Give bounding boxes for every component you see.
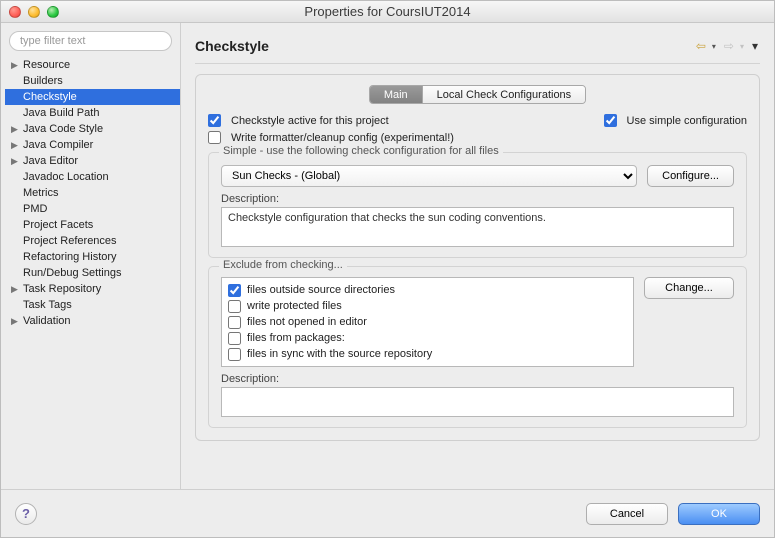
help-button[interactable]: ? xyxy=(15,503,37,525)
sidebar-item-label: Resource xyxy=(21,59,70,71)
category-tree: ▶Resource▶Builders▶Checkstyle▶Java Build… xyxy=(1,57,180,489)
cancel-button[interactable]: Cancel xyxy=(586,503,668,525)
active-checkbox-row[interactable]: Checkstyle active for this project xyxy=(208,114,389,127)
active-label: Checkstyle active for this project xyxy=(231,115,389,127)
description-text: Checkstyle configuration that checks the… xyxy=(221,207,734,247)
description2-text xyxy=(221,387,734,417)
formatter-checkbox[interactable] xyxy=(208,131,221,144)
sidebar-item[interactable]: ▶Task Repository xyxy=(5,281,180,297)
exclude-checkbox[interactable] xyxy=(228,284,241,297)
sidebar-item[interactable]: ▶Refactoring History xyxy=(5,249,180,265)
exclude-item[interactable]: files outside source directories xyxy=(228,282,627,298)
sidebar-item-label: Java Compiler xyxy=(21,139,93,151)
sidebar-item[interactable]: ▶Task Tags xyxy=(5,297,180,313)
exclude-label: files from packages: xyxy=(247,332,345,344)
sidebar-item-label: PMD xyxy=(21,203,47,215)
page-nav: ⇦▾ ⇨▾ ▾ xyxy=(694,39,760,53)
sidebar-item-label: Java Editor xyxy=(21,155,78,167)
description-label: Description: xyxy=(221,193,734,205)
exclude-legend: Exclude from checking... xyxy=(219,259,347,271)
disclosure-triangle-icon[interactable]: ▶ xyxy=(11,140,21,151)
sidebar-item[interactable]: ▶Java Compiler xyxy=(5,137,180,153)
exclude-checkbox[interactable] xyxy=(228,300,241,313)
sidebar-item[interactable]: ▶Metrics xyxy=(5,185,180,201)
disclosure-triangle-icon[interactable]: ▶ xyxy=(11,316,21,327)
sidebar-item[interactable]: ▶Builders xyxy=(5,73,180,89)
sidebar-item-label: Project References xyxy=(21,235,117,247)
description2-label: Description: xyxy=(221,373,734,385)
sidebar-item[interactable]: ▶Project References xyxy=(5,233,180,249)
exclude-label: files outside source directories xyxy=(247,284,395,296)
exclude-label: files not opened in editor xyxy=(247,316,367,328)
formatter-label: Write formatter/cleanup config (experime… xyxy=(231,132,454,144)
disclosure-triangle-icon[interactable]: ▶ xyxy=(11,124,21,135)
sidebar-item-label: Java Build Path xyxy=(21,107,99,119)
sidebar-item[interactable]: ▶PMD xyxy=(5,201,180,217)
sidebar-item[interactable]: ▶Java Code Style xyxy=(5,121,180,137)
exclude-item[interactable]: files in sync with the source repository xyxy=(228,346,627,362)
change-button[interactable]: Change... xyxy=(644,277,734,299)
sidebar-item-label: Run/Debug Settings xyxy=(21,267,121,279)
exclude-checkbox[interactable] xyxy=(228,316,241,329)
sidebar-item-label: Java Code Style xyxy=(21,123,103,135)
simple-config-checkbox[interactable] xyxy=(604,114,617,127)
sidebar-item[interactable]: ▶Run/Debug Settings xyxy=(5,265,180,281)
exclude-checkbox[interactable] xyxy=(228,332,241,345)
forward-icon: ⇨ xyxy=(722,39,736,53)
simple-config-row[interactable]: Use simple configuration xyxy=(604,114,747,127)
sidebar-item-label: Task Tags xyxy=(21,299,72,311)
sidebar-item-label: Task Repository xyxy=(21,283,101,295)
exclude-checkbox[interactable] xyxy=(228,348,241,361)
simple-config-label: Use simple configuration xyxy=(627,115,747,127)
sidebar-item[interactable]: ▶Project Facets xyxy=(5,217,180,233)
exclude-list: files outside source directories write pr… xyxy=(221,277,634,367)
page-title: Checkstyle xyxy=(195,38,694,54)
disclosure-triangle-icon[interactable]: ▶ xyxy=(11,284,21,295)
sidebar-item[interactable]: ▶Java Editor xyxy=(5,153,180,169)
ok-button[interactable]: OK xyxy=(678,503,760,525)
sidebar-item[interactable]: ▶Validation xyxy=(5,313,180,329)
disclosure-triangle-icon[interactable]: ▶ xyxy=(11,156,21,167)
sidebar-item[interactable]: ▶Javadoc Location xyxy=(5,169,180,185)
tab-main[interactable]: Main xyxy=(370,86,422,103)
window-title: Properties for CoursIUT2014 xyxy=(1,4,774,19)
back-icon[interactable]: ⇦ xyxy=(694,39,708,53)
sidebar-item[interactable]: ▶Checkstyle xyxy=(5,89,180,105)
exclude-item[interactable]: files not opened in editor xyxy=(228,314,627,330)
active-checkbox[interactable] xyxy=(208,114,221,127)
sidebar-item-label: Checkstyle xyxy=(21,91,77,103)
sidebar-item[interactable]: ▶Resource xyxy=(5,57,180,73)
formatter-row[interactable]: Write formatter/cleanup config (experime… xyxy=(208,131,747,144)
sidebar-item-label: Validation xyxy=(21,315,71,327)
tab-local-check[interactable]: Local Check Configurations xyxy=(422,86,586,103)
titlebar: Properties for CoursIUT2014 xyxy=(1,1,774,23)
simple-group-legend: Simple - use the following check configu… xyxy=(219,145,503,157)
filter-input[interactable]: type filter text xyxy=(9,31,172,51)
menu-icon[interactable]: ▾ xyxy=(750,39,760,53)
tabbar: Main Local Check Configurations xyxy=(369,85,586,104)
exclude-item[interactable]: files from packages: xyxy=(228,330,627,346)
sidebar-item-label: Builders xyxy=(21,75,63,87)
configure-button[interactable]: Configure... xyxy=(647,165,734,187)
sidebar-item-label: Javadoc Location xyxy=(21,171,109,183)
disclosure-triangle-icon[interactable]: ▶ xyxy=(11,60,21,71)
sidebar-item[interactable]: ▶Java Build Path xyxy=(5,105,180,121)
zoom-window-button[interactable] xyxy=(47,6,59,18)
exclude-label: write protected files xyxy=(247,300,342,312)
exclude-label: files in sync with the source repository xyxy=(247,348,432,360)
sidebar: type filter text ▶Resource▶Builders▶Chec… xyxy=(1,23,181,489)
close-window-button[interactable] xyxy=(9,6,21,18)
sidebar-item-label: Metrics xyxy=(21,187,58,199)
sidebar-item-label: Project Facets xyxy=(21,219,93,231)
exclude-item[interactable]: write protected files xyxy=(228,298,627,314)
sidebar-item-label: Refactoring History xyxy=(21,251,117,263)
minimize-window-button[interactable] xyxy=(28,6,40,18)
check-config-select[interactable]: Sun Checks - (Global) xyxy=(221,165,637,187)
